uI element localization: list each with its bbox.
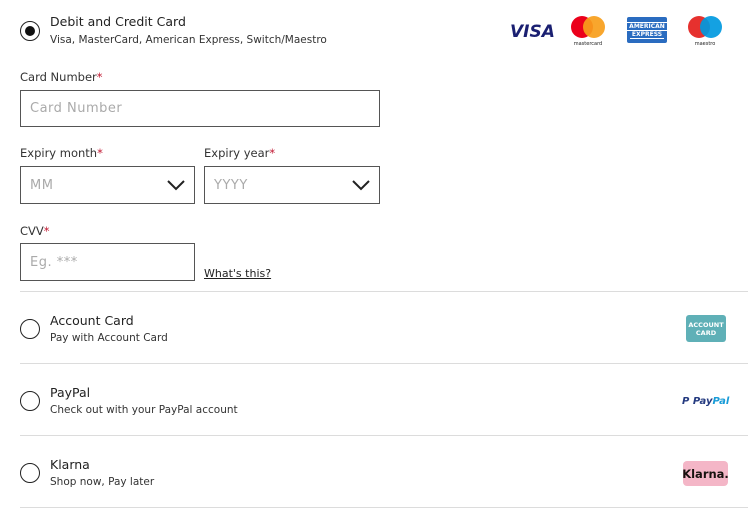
cvv-label: CVV*: [20, 224, 50, 238]
paypal-pal-text: Pal: [712, 396, 730, 407]
payment-option-title: Klarna: [50, 457, 90, 472]
expiry-year-label: Expiry year*: [204, 146, 275, 160]
payment-option-subtitle: Pay with Account Card: [50, 332, 168, 344]
required-marker: *: [97, 146, 103, 160]
mastercard-logo: mastercard: [571, 16, 605, 47]
payment-option-title: PayPal: [50, 385, 91, 400]
expiry-month-placeholder: MM: [30, 177, 54, 193]
card-number-placeholder: Card Number: [30, 101, 123, 116]
payment-option-title: Account Card: [50, 313, 134, 328]
radio-debit-credit-card[interactable]: [20, 21, 40, 41]
expiry-month-label-text: Expiry month: [20, 146, 98, 160]
card-number-input[interactable]: Card Number: [20, 90, 380, 127]
klarna-logo: Klarna.: [682, 461, 729, 486]
maestro-wordmark: maestro: [695, 41, 716, 47]
radio-paypal[interactable]: [20, 391, 40, 411]
expiry-year-placeholder: YYYY: [214, 177, 248, 193]
cvv-placeholder: Eg. ***: [30, 254, 78, 270]
required-marker: *: [96, 70, 103, 84]
amex-line-2: EXPRESS: [629, 30, 665, 39]
payment-option-subtitle: Visa, MasterCard, American Express, Swit…: [50, 34, 327, 46]
required-marker: *: [43, 224, 50, 238]
expiry-year-select[interactable]: YYYY: [204, 166, 380, 204]
paypal-pay-text: Pay: [692, 396, 713, 407]
expiry-month-select[interactable]: MM: [20, 166, 195, 204]
account-card-logo-line-1: ACCOUNT: [688, 320, 724, 329]
cvv-help-link[interactable]: What's this?: [204, 267, 271, 280]
payment-option-subtitle: Shop now, Pay later: [50, 476, 155, 488]
paypal-p-icon: P: [682, 396, 693, 407]
divider: [20, 507, 748, 508]
amex-line-1: AMERICAN: [627, 21, 667, 31]
divider: [20, 435, 748, 436]
cvv-input[interactable]: Eg. ***: [20, 243, 195, 281]
radio-account-card[interactable]: [20, 319, 40, 339]
account-card-logo: ACCOUNT CARD: [686, 315, 726, 342]
paypal-logo: P PayPal: [682, 396, 729, 407]
required-marker: *: [269, 146, 276, 160]
account-card-logo-line-2: CARD: [695, 328, 717, 337]
payment-option-subtitle: Check out with your PayPal account: [50, 404, 238, 416]
american-express-logo: AMERICAN EXPRESS: [627, 17, 667, 43]
divider: [20, 363, 748, 364]
chevron-down-icon: [167, 180, 185, 191]
mastercard-wordmark: mastercard: [574, 41, 602, 47]
cvv-label-text: CVV: [20, 224, 44, 238]
visa-logo: VISA: [510, 22, 555, 42]
maestro-logo: maestro: [688, 16, 722, 47]
divider: [20, 291, 748, 292]
card-number-label-text: Card Number: [20, 70, 97, 84]
card-number-label: Card Number*: [20, 70, 103, 84]
payment-option-title: Debit and Credit Card: [50, 14, 186, 29]
chevron-down-icon: [352, 180, 370, 191]
expiry-year-label-text: Expiry year: [204, 146, 270, 160]
expiry-month-label: Expiry month*: [20, 146, 103, 160]
radio-klarna[interactable]: [20, 463, 40, 483]
